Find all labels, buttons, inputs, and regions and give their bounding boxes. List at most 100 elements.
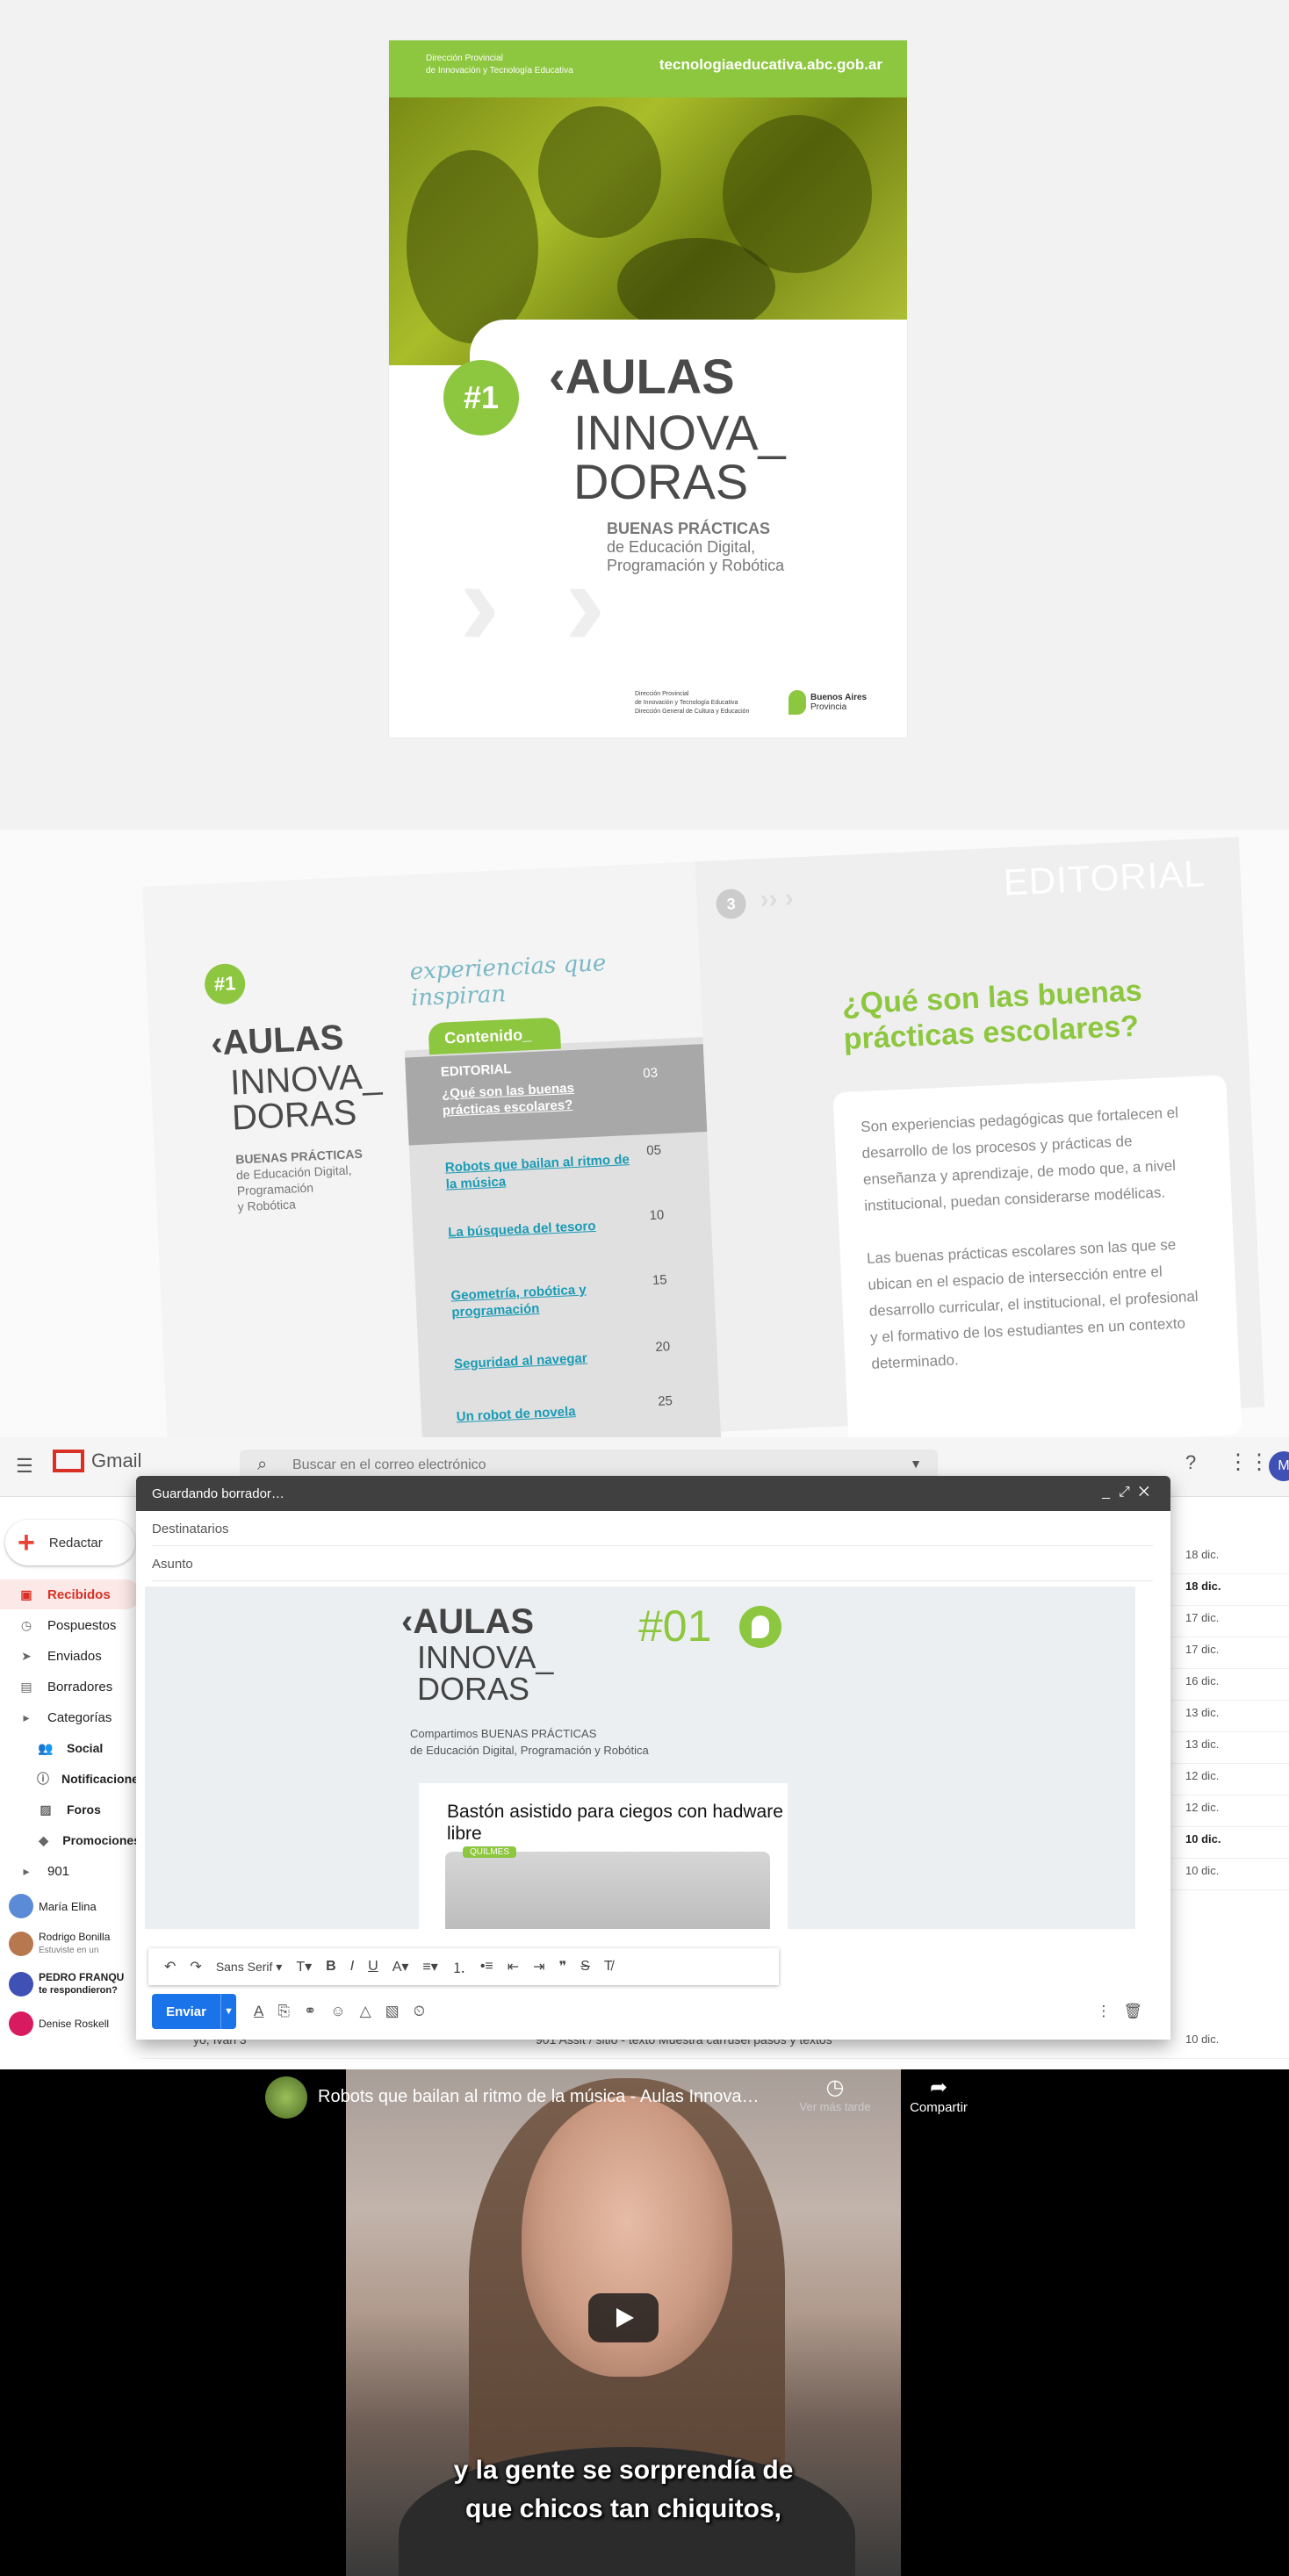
bulleted-list-icon[interactable]: •≡: [480, 1959, 493, 1975]
sidebar-item-inbox[interactable]: ▣ Recibidos: [0, 1579, 140, 1609]
video-title[interactable]: Robots que bailan al ritmo de la música …: [318, 2087, 760, 2107]
trash-icon[interactable]: 🗑: [1123, 2003, 1155, 2019]
cover-subtitle-line3: Programación y Robótica: [607, 557, 785, 574]
subject-field[interactable]: Asunto: [152, 1546, 1153, 1581]
mail-date: 13 dic.: [1185, 1706, 1220, 1719]
font-select[interactable]: Sans Serif ▾: [216, 1960, 283, 1975]
sidebar-item-snoozed[interactable]: ◷ Pospuestos: [0, 1610, 140, 1640]
left-title-aulas: ‹AULAS: [210, 1018, 345, 1063]
apps-grid-icon[interactable]: ⋮⋮: [1228, 1450, 1270, 1475]
nl-article-image: [445, 1852, 770, 1929]
account-switcher[interactable]: María Elina: [9, 1894, 97, 1918]
sidebar-item-social[interactable]: 👥 Social: [0, 1733, 140, 1763]
align-icon[interactable]: ≡▾: [422, 1958, 437, 1975]
caption-line-2: que chicos tan chiquitos,: [464, 2494, 782, 2523]
numbered-list-icon[interactable]: ⒈: [452, 1956, 466, 1977]
send-button[interactable]: Enviar ▼: [152, 1994, 236, 2029]
mail-date: 10 dic.: [1185, 2033, 1220, 2046]
mail-date: 12 dic.: [1185, 1801, 1220, 1814]
forum-icon: ▨: [40, 1802, 52, 1817]
indent-more-icon[interactable]: ⇥: [533, 1958, 544, 1975]
toc-link-4[interactable]: Geometría, robótica y programación: [450, 1279, 644, 1321]
watch-later-button[interactable]: ◷ Ver más tarde: [787, 2075, 883, 2113]
channel-avatar[interactable]: [265, 2076, 307, 2119]
sidebar-item-label: Notificaciones: [61, 1772, 146, 1786]
sidebar-item-901[interactable]: ▸ 901: [0, 1856, 140, 1886]
compose-button[interactable]: + Redactar: [5, 1520, 135, 1565]
sidebar-item-categories[interactable]: ▸ Categorías: [0, 1702, 140, 1732]
editorial-paragraph-2: Las buenas prácticas escolares son las q…: [866, 1235, 1199, 1372]
chevron-decoration-icon: ›: [565, 534, 606, 672]
clear-formatting-icon[interactable]: T̸: [604, 1959, 613, 1975]
minimize-icon[interactable]: _: [1102, 1485, 1119, 1500]
nl-issue: #01: [638, 1601, 712, 1651]
share-button[interactable]: ➦ Compartir: [899, 2075, 978, 2115]
close-icon[interactable]: ✕: [1139, 1485, 1158, 1500]
search-options-icon[interactable]: ▼: [910, 1457, 922, 1471]
gmail-logo[interactable]: Gmail: [53, 1450, 141, 1472]
photo-icon[interactable]: ▧: [385, 2003, 400, 2020]
cover-title-doras: DORAS: [573, 454, 749, 509]
sidebar-item-promotions[interactable]: ◆ Promociones: [0, 1825, 140, 1855]
compose-body[interactable]: ‹AULAS INNOVA_ DORAS #01 Compartimos BUE…: [145, 1587, 1135, 1929]
issue-badge: #1: [443, 360, 519, 435]
send-options-icon[interactable]: ▼: [220, 1994, 236, 2029]
strikethrough-icon[interactable]: S: [580, 1959, 590, 1975]
quote-icon[interactable]: ❞: [559, 1958, 567, 1975]
undo-icon[interactable]: ↶: [164, 1958, 176, 1975]
toc-page-6: 25: [657, 1393, 673, 1409]
mail-date: 17 dic.: [1185, 1643, 1220, 1656]
emoji-icon[interactable]: ☺: [330, 2003, 345, 2020]
toc-link-2[interactable]: Robots que bailan al ritmo de la música: [444, 1151, 638, 1193]
chat-contact[interactable]: PEDRO FRANQU te respondieron?: [9, 1971, 124, 1997]
to-field[interactable]: Destinatarios: [152, 1511, 1153, 1546]
left-page: #1 experiencias que inspiran ‹AULAS INNO…: [142, 861, 722, 1437]
indent-less-icon[interactable]: ⇤: [508, 1958, 519, 1975]
expand-icon[interactable]: ⤢: [1119, 1485, 1139, 1500]
left-title-doras: DORAS: [231, 1093, 358, 1138]
left-issue-badge: #1: [204, 962, 247, 1005]
underline-icon[interactable]: U: [368, 1959, 378, 1975]
to-placeholder: Destinatarios: [152, 1522, 229, 1536]
left-bp-2: de Educación Digital,: [235, 1162, 352, 1183]
experiences-heading: experiencias que inspiran: [409, 950, 607, 1012]
play-button[interactable]: [588, 2293, 659, 2342]
chat-contact[interactable]: Denise Roskell: [9, 2011, 109, 2036]
provincia-p-icon: [739, 1606, 781, 1648]
sidebar-item-forums[interactable]: ▨ Foros: [0, 1795, 140, 1824]
right-page: 3 ›› › EDITORIAL ¿Qué son las buenas prá…: [695, 837, 1265, 1437]
italic-icon[interactable]: I: [350, 1959, 354, 1975]
label-icon: ▸: [23, 1863, 30, 1878]
search-icon[interactable]: ⌕: [257, 1455, 267, 1475]
avatar[interactable]: M: [1269, 1451, 1289, 1481]
link-icon[interactable]: ⚭: [304, 2003, 316, 2020]
sidebar-item-sent[interactable]: ➤ Enviados: [0, 1641, 140, 1671]
help-icon[interactable]: ?: [1185, 1451, 1196, 1474]
cover-url: tecnologiaeducativa.abc.gob.ar: [659, 56, 882, 73]
hamburger-menu-icon[interactable]: ☰: [16, 1455, 33, 1478]
toc-link-6[interactable]: Un robot de novela: [456, 1400, 650, 1425]
mail-date: 12 dic.: [1185, 1769, 1220, 1782]
attach-icon[interactable]: ⎘: [277, 2003, 290, 2020]
drive-icon[interactable]: △: [360, 2003, 371, 2020]
share-label: Compartir: [910, 2100, 968, 2115]
compose-label: Redactar: [48, 1535, 103, 1551]
toc-link-3[interactable]: La búsqueda del tesoro: [448, 1216, 642, 1241]
font-size-icon[interactable]: T▾: [296, 1958, 312, 1975]
sidebar-item-label: Foros: [67, 1802, 101, 1817]
chat-contact[interactable]: Rodrigo Bonilla Estuviste en un: [9, 1931, 110, 1957]
toc-link-5[interactable]: Seguridad al navegar: [454, 1347, 648, 1372]
compose-header[interactable]: Guardando borrador… _⤢✕: [136, 1476, 1170, 1511]
sidebar-item-label: 901: [47, 1863, 70, 1879]
inbox-icon: ▣: [20, 1587, 32, 1601]
sidebar-item-updates[interactable]: ⓘ Notificaciones: [0, 1764, 146, 1794]
bold-icon[interactable]: B: [326, 1959, 336, 1975]
more-options-icon[interactable]: ⋮: [1096, 2003, 1123, 2019]
sidebar-item-drafts[interactable]: ▤ Borradores: [0, 1672, 140, 1702]
caption-line-1: y la gente se sorprendía de: [453, 2456, 794, 2485]
sidebar-item-label: Pospuestos: [47, 1617, 117, 1633]
redo-icon[interactable]: ↷: [190, 1958, 201, 1975]
confidential-icon[interactable]: ⏲: [414, 2003, 425, 2020]
text-color-icon[interactable]: A▾: [392, 1958, 409, 1975]
formatting-options-icon[interactable]: A: [254, 2003, 263, 2020]
